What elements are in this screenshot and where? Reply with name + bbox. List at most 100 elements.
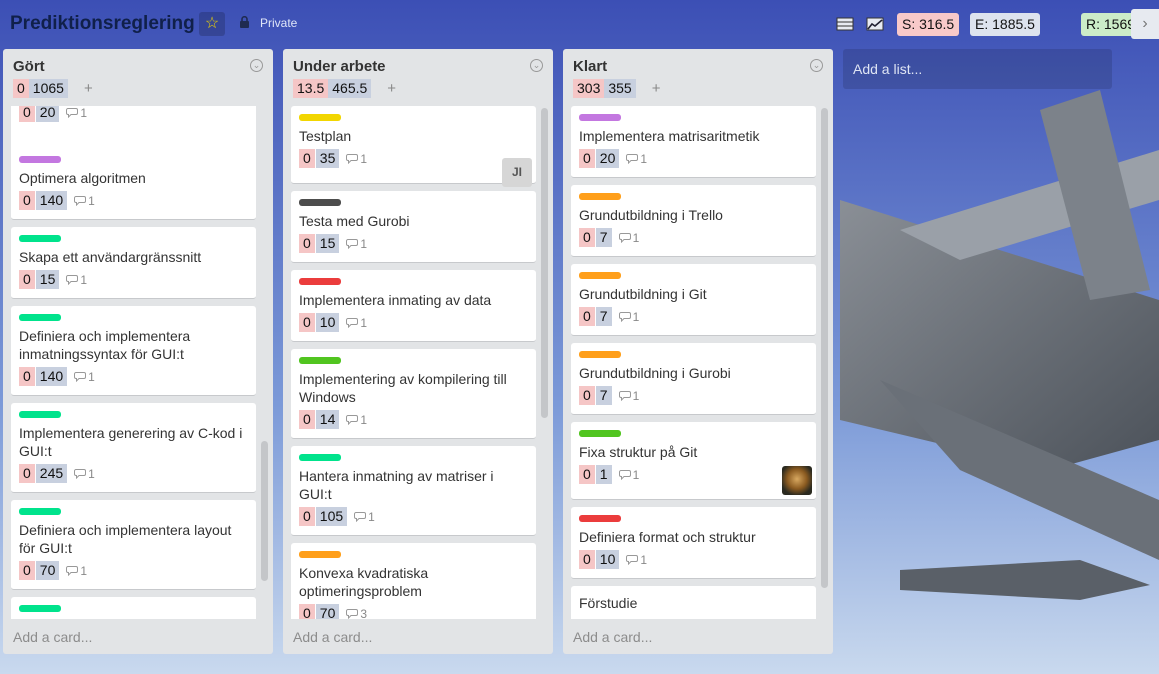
board-header: Prediktionsreglering ☆ Private S: 316.5 …	[0, 0, 1159, 48]
comment-icon	[346, 154, 359, 164]
card-comment-count: 1	[74, 194, 95, 208]
card[interactable]: Testplan 0 35 1 JI	[291, 106, 536, 187]
list-title[interactable]: Under arbete	[293, 58, 386, 75]
card-container: Testplan 0 35 1 JI Testa med Gurobi 0 15 1 Implem…	[291, 106, 537, 619]
list-menu-icon[interactable]: ⌄	[250, 59, 263, 72]
card-stat-red: 0	[579, 228, 595, 247]
card-badges: 0 140 1	[19, 191, 95, 210]
add-card-button[interactable]: Add a card...	[13, 629, 92, 645]
card-stat-red: 0	[579, 307, 595, 326]
card-stat-blue: 105	[315, 507, 348, 526]
card-badges: 0 105 1	[299, 507, 375, 526]
card[interactable]: Definiera och implementera inmatningssyn…	[11, 306, 256, 396]
card[interactable]: Definiera format och struktur 0 10 1	[571, 507, 816, 579]
card-comment-count: 1	[74, 467, 95, 481]
card-comment-count: 1	[618, 467, 640, 482]
card-stat-blue: 140	[35, 191, 68, 210]
list-scrollbar[interactable]	[541, 106, 548, 619]
avatar[interactable]	[782, 466, 812, 495]
card[interactable]: Skapa ett användargränssnitt 0 15 1	[11, 227, 256, 299]
add-stat-button[interactable]: +	[387, 80, 396, 97]
card-stat-blue: 7	[595, 307, 612, 326]
card[interactable]: Testa med Gurobi 0 15 1	[291, 191, 536, 263]
list-stat-red: 13.5	[293, 78, 329, 98]
card[interactable]: Implementera inmating av data 0 10 1	[291, 270, 536, 342]
comment-icon	[74, 196, 87, 206]
list-title[interactable]: Klart	[573, 58, 607, 75]
card-label	[299, 454, 341, 461]
card-stat-blue: 140	[35, 367, 68, 386]
list-stat-red: 0	[13, 78, 29, 98]
card-badges: 0 20 1	[579, 149, 647, 168]
card-label	[579, 272, 621, 279]
card-title: Definiera format och struktur	[579, 529, 756, 545]
add-card-button[interactable]: Add a card...	[573, 629, 652, 645]
card-title: Hantera inmatning av matriser i GUI:t	[299, 468, 494, 502]
card[interactable]: Grundutbildning i Gurobi 0 7 1	[571, 343, 816, 415]
card-stat-red: 0	[299, 313, 315, 332]
card-label	[579, 515, 621, 522]
comment-count-value: 1	[632, 467, 640, 482]
add-stat-button[interactable]: +	[84, 80, 93, 97]
visibility-label[interactable]: Private	[260, 16, 297, 30]
card-label	[19, 156, 61, 163]
card[interactable]: Förstudie	[571, 586, 816, 619]
card-comment-count: 1	[66, 564, 87, 578]
card-stat-red: 0	[579, 386, 595, 405]
star-icon[interactable]: ☆	[199, 12, 225, 36]
add-card-button[interactable]: Add a card...	[293, 629, 372, 645]
card-stat-blue: 1	[595, 465, 612, 484]
card[interactable]: Konvexa kvadratiska optimeringsproblem 0 7…	[291, 543, 536, 619]
comment-count-value: 3	[360, 606, 368, 620]
list-scrollbar[interactable]	[821, 106, 828, 619]
card-stat-blue: 15	[315, 234, 340, 253]
comment-count-value: 1	[80, 563, 88, 578]
card-label	[299, 278, 341, 285]
add-list-button[interactable]: Add a list...	[843, 49, 1112, 89]
list-stat-blue: 1065	[28, 78, 68, 98]
sidebar-toggle-button[interactable]: ›	[1131, 9, 1159, 39]
card[interactable]: Grundutbildning i Git 0 7 1	[571, 264, 816, 336]
list-stat-blue: 355	[604, 78, 636, 98]
card-label	[299, 199, 341, 206]
add-stat-button[interactable]: +	[652, 80, 661, 97]
card-badges: 011	[579, 465, 639, 484]
list-scrollbar[interactable]	[261, 106, 268, 619]
card[interactable]: Implementering av kompilering till Windo…	[291, 349, 536, 439]
card[interactable]: Fixa struktur på Git 0 1 1	[571, 422, 816, 500]
card[interactable]: Optimera algoritmen 0 140 1	[11, 148, 256, 220]
card-badges: 0 70 3	[299, 604, 367, 619]
comment-icon	[66, 108, 79, 118]
card-title: Implementering av kompilering till Windo…	[299, 371, 507, 405]
comment-icon	[74, 469, 87, 479]
stat-s-badge: S: 316.5	[897, 13, 960, 36]
card[interactable]: Grundutbildning i Trello 0 7 1	[571, 185, 816, 257]
card-comment-count: 1	[346, 413, 367, 427]
comment-icon	[346, 609, 359, 619]
card-stat-red: 0	[579, 149, 595, 168]
card-label	[19, 508, 61, 515]
card-stat-red: 0	[579, 550, 595, 569]
card-list-icon[interactable]	[836, 16, 854, 32]
card-badges: 07 1	[579, 307, 639, 326]
comment-icon	[626, 154, 639, 164]
card-comment-count: 1	[346, 152, 367, 166]
stat-e-badge: E: 1885.5	[970, 13, 1040, 36]
member-initials[interactable]: JI	[502, 158, 532, 187]
card[interactable]: Hantera inmatning av matriser i GUI:t 0 10…	[291, 446, 536, 536]
card-comment-count: 1	[346, 237, 367, 251]
comment-icon	[618, 233, 631, 243]
card[interactable]: Definiera och implementera layout för GU…	[11, 500, 256, 590]
list-menu-icon[interactable]: ⌄	[810, 59, 823, 72]
card[interactable]	[11, 597, 256, 619]
card[interactable]: Implementera matrisaritmetik 0 20 1	[571, 106, 816, 178]
comment-count-value: 1	[368, 509, 375, 524]
board-title[interactable]: Prediktionsreglering	[10, 13, 195, 35]
chart-icon[interactable]	[866, 16, 884, 32]
list-title[interactable]: Gört	[13, 58, 45, 75]
card[interactable]: Implementera generering av C-kod i GUI:t…	[11, 403, 256, 493]
card-badges: 07 1	[579, 228, 639, 247]
list-menu-icon[interactable]: ⌄	[530, 59, 543, 72]
comment-icon	[618, 312, 631, 322]
card-title: Implementera generering av C-kod i GUI:t	[19, 425, 243, 459]
